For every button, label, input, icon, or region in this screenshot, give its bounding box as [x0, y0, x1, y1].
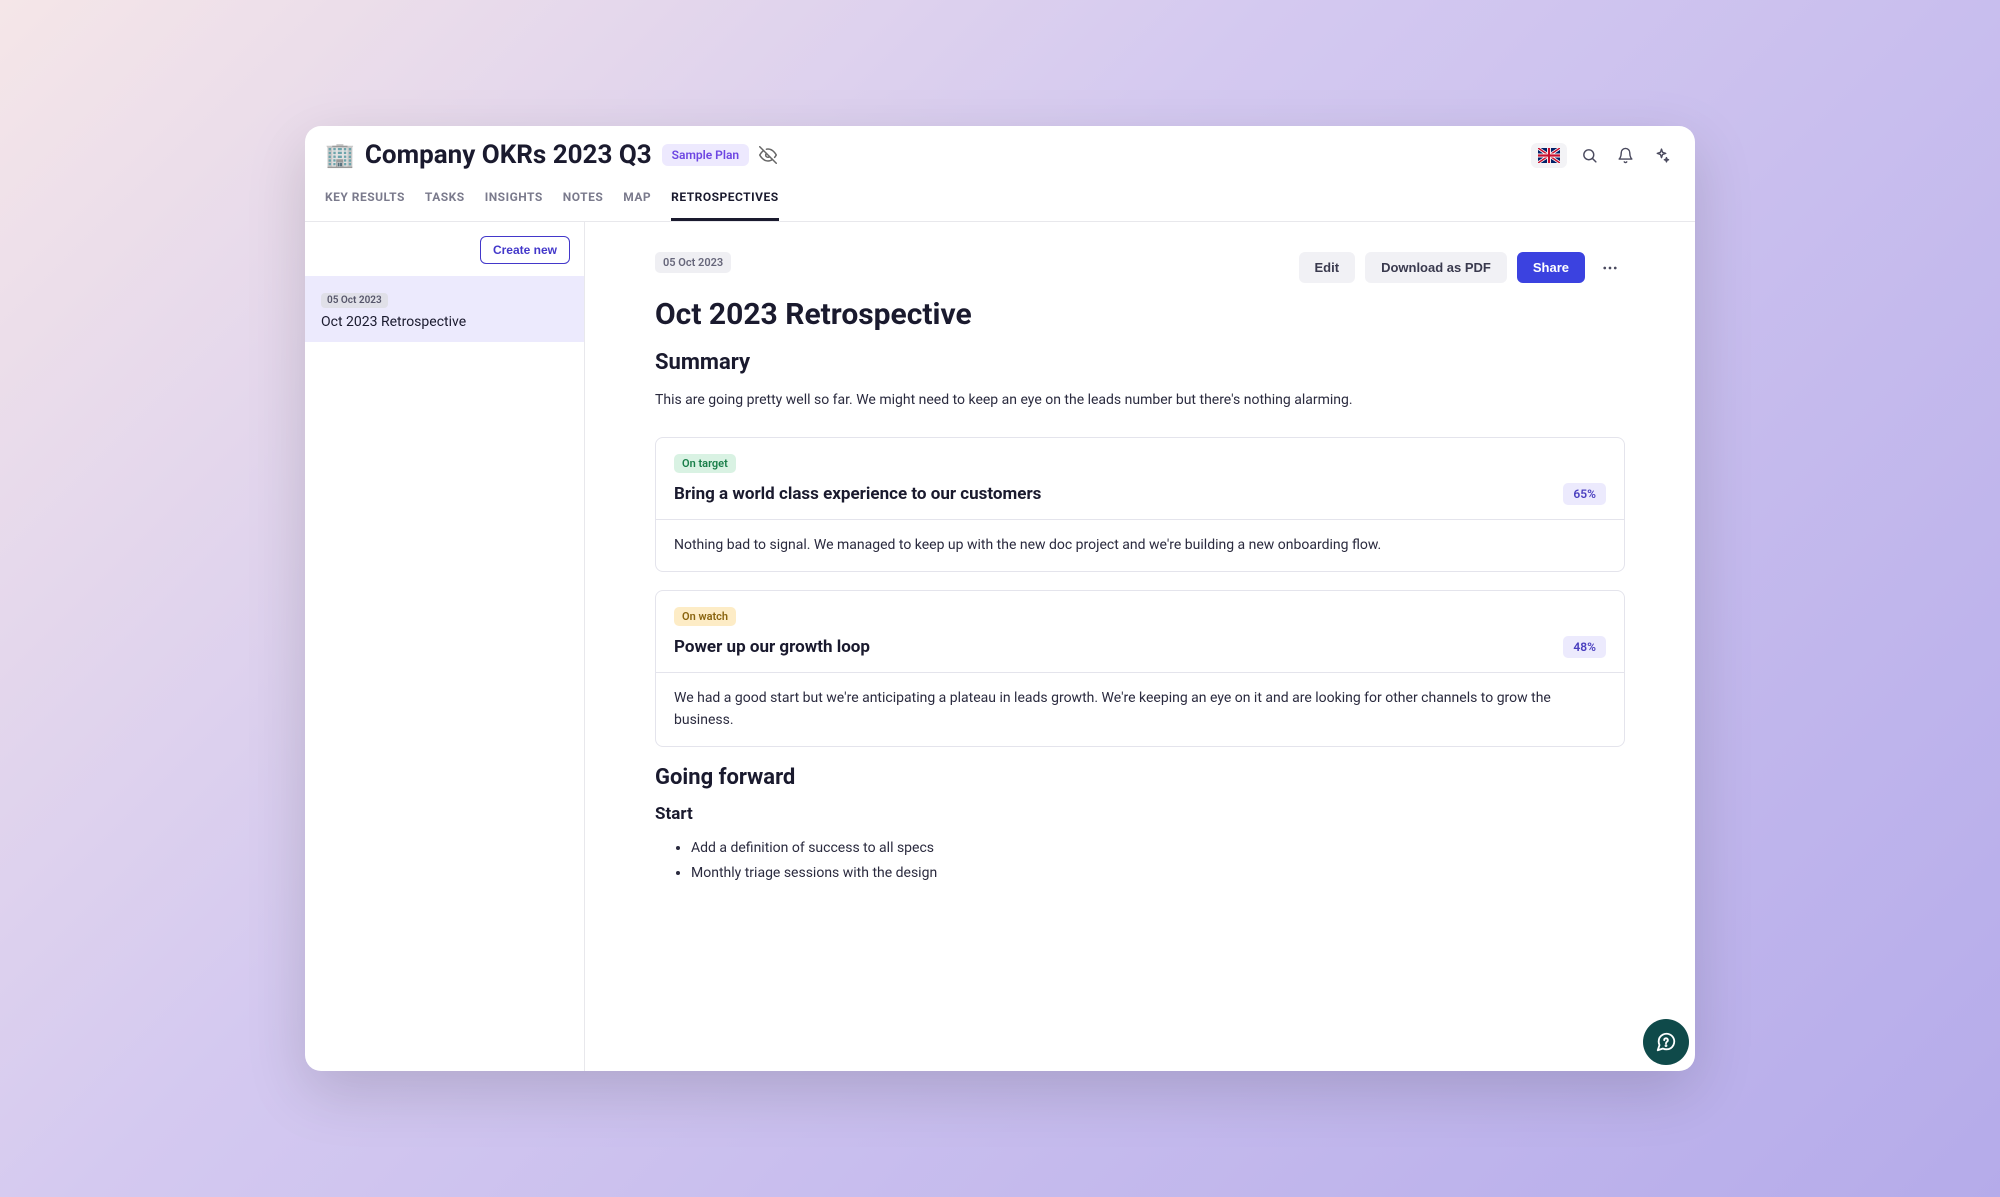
content-header: 05 Oct 2023 Edit Download as PDF Share — [655, 252, 1625, 283]
plan-badge[interactable]: Sample Plan — [662, 144, 749, 166]
objective-body: Nothing bad to signal. We managed to kee… — [656, 520, 1624, 570]
tab-notes[interactable]: NOTES — [563, 180, 603, 221]
sparkle-icon[interactable] — [1647, 141, 1675, 169]
card-header: On watch Power up our growth loop 48% — [656, 591, 1624, 673]
header-top: 🏢 Company OKRs 2023 Q3 Sample Plan — [325, 140, 1675, 170]
document-icon: 🏢 — [325, 141, 355, 169]
card-title-row: Power up our growth loop 48% — [674, 636, 1606, 658]
download-pdf-button[interactable]: Download as PDF — [1365, 252, 1507, 283]
objective-title: Bring a world class experience to our cu… — [674, 484, 1041, 504]
objective-card: On target Bring a world class experience… — [655, 437, 1625, 571]
action-buttons: Edit Download as PDF Share — [1299, 252, 1626, 283]
objective-card: On watch Power up our growth loop 48% We… — [655, 590, 1625, 747]
retro-title: Oct 2023 Retrospective — [655, 297, 1625, 332]
header: 🏢 Company OKRs 2023 Q3 Sample Plan — [305, 126, 1695, 222]
tabs: KEY RESULTS TASKS INSIGHTS NOTES MAP RET… — [325, 180, 1675, 221]
objective-title: Power up our growth loop — [674, 637, 870, 657]
start-heading: Start — [655, 804, 1625, 824]
help-chat-button[interactable] — [1643, 1019, 1689, 1065]
tab-tasks[interactable]: TASKS — [425, 180, 465, 221]
app-window: 🏢 Company OKRs 2023 Q3 Sample Plan — [305, 126, 1695, 1071]
create-new-button[interactable]: Create new — [480, 236, 570, 264]
status-badge: On watch — [674, 607, 736, 626]
sidebar-item-date: 05 Oct 2023 — [321, 293, 388, 308]
more-options-icon[interactable] — [1595, 259, 1625, 277]
tab-insights[interactable]: INSIGHTS — [485, 180, 543, 221]
edit-button[interactable]: Edit — [1299, 252, 1356, 283]
header-actions — [1531, 141, 1675, 169]
tab-retrospectives[interactable]: RETROSPECTIVES — [671, 180, 778, 221]
share-button[interactable]: Share — [1517, 252, 1585, 283]
title-group: 🏢 Company OKRs 2023 Q3 Sample Plan — [325, 140, 777, 170]
language-flag-button[interactable] — [1531, 143, 1567, 168]
sidebar-item-title: Oct 2023 Retrospective — [321, 314, 568, 330]
start-list: Add a definition of success to all specs… — [655, 836, 1625, 886]
sidebar: Create new 05 Oct 2023 Oct 2023 Retrospe… — [305, 222, 585, 1071]
notifications-icon[interactable] — [1611, 141, 1639, 169]
objective-body: We had a good start but we're anticipati… — [656, 673, 1624, 746]
card-title-row: Bring a world class experience to our cu… — [674, 483, 1606, 505]
forward-heading: Going forward — [655, 765, 1625, 790]
status-badge: On target — [674, 454, 736, 473]
pct-badge: 48% — [1563, 636, 1606, 658]
list-item: Add a definition of success to all specs — [691, 836, 1625, 861]
pct-badge: 65% — [1563, 483, 1606, 505]
content: 05 Oct 2023 Edit Download as PDF Share O… — [585, 222, 1695, 1071]
sidebar-item-retro[interactable]: 05 Oct 2023 Oct 2023 Retrospective — [305, 276, 584, 342]
page-title: Company OKRs 2023 Q3 — [365, 140, 652, 170]
summary-heading: Summary — [655, 350, 1625, 375]
retro-date-badge: 05 Oct 2023 — [655, 252, 731, 273]
list-item: Monthly triage sessions with the design — [691, 861, 1625, 886]
body: Create new 05 Oct 2023 Oct 2023 Retrospe… — [305, 222, 1695, 1071]
card-header: On target Bring a world class experience… — [656, 438, 1624, 520]
tab-map[interactable]: MAP — [623, 180, 651, 221]
search-icon[interactable] — [1575, 141, 1603, 169]
sidebar-top: Create new — [305, 236, 584, 276]
tab-key-results[interactable]: KEY RESULTS — [325, 180, 405, 221]
summary-text: This are going pretty well so far. We mi… — [655, 389, 1625, 411]
visibility-icon[interactable] — [759, 146, 777, 164]
